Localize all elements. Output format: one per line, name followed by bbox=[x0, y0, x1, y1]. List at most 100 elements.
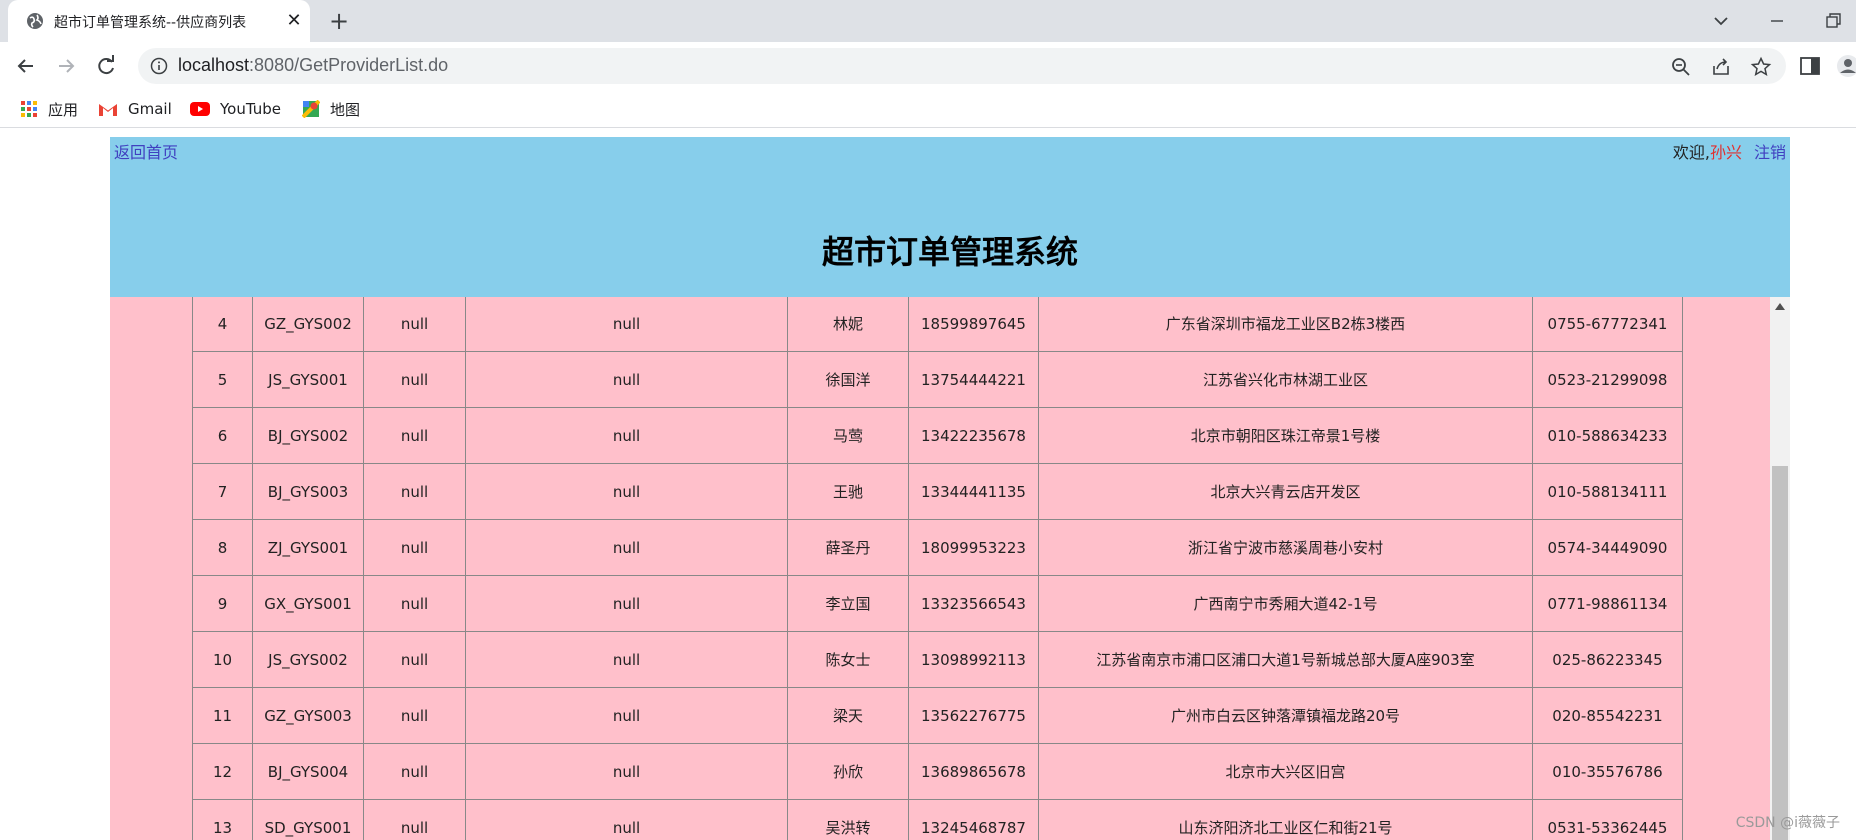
scroll-thumb[interactable] bbox=[1772, 466, 1788, 840]
url-text: localhost:8080/GetProviderList.do bbox=[178, 55, 448, 76]
tab-search-icon[interactable] bbox=[1706, 6, 1736, 36]
bookmark-youtube[interactable]: YouTube bbox=[190, 96, 281, 122]
zoom-icon[interactable] bbox=[1670, 56, 1692, 78]
bookmark-gmail[interactable]: Gmail bbox=[98, 96, 172, 122]
welcome-text: 欢迎, bbox=[1672, 143, 1710, 162]
table-row: 12 BJ_GYS004 null null 孙欣 13689865678 北京市大兴区旧宫… bbox=[192, 743, 1683, 800]
site-info-icon[interactable] bbox=[150, 57, 168, 75]
cell-fax: 0771-98861134 bbox=[1532, 575, 1683, 632]
browser-tab[interactable]: 超市订单管理系统--供应商列表 ✕ bbox=[8, 0, 310, 42]
cell-phone: 13562276775 bbox=[908, 687, 1039, 744]
browser-toolbar: localhost:8080/GetProviderList.do bbox=[0, 42, 1856, 90]
bookmark-star-icon[interactable] bbox=[1750, 56, 1772, 78]
cell-fax: 0574-34449090 bbox=[1532, 519, 1683, 576]
table-row: 7 BJ_GYS003 null null 王驰 13344441135 北京大兴青云店开发… bbox=[192, 463, 1683, 520]
cell-contact: 徐国洋 bbox=[787, 351, 909, 408]
back-home-link[interactable]: 返回首页 bbox=[114, 139, 178, 163]
cell-desc: null bbox=[465, 743, 788, 800]
cell-name: null bbox=[363, 297, 466, 352]
table-row: 10 JS_GYS002 null null 陈女士 13098992113 江苏省南京市浦… bbox=[192, 631, 1683, 688]
cell-name: null bbox=[363, 631, 466, 688]
cell-id: 11 bbox=[192, 687, 253, 744]
logout-link[interactable]: 注销 bbox=[1754, 143, 1786, 162]
cell-id: 9 bbox=[192, 575, 253, 632]
cell-id: 13 bbox=[192, 799, 253, 840]
cell-address: 广西南宁市秀厢大道42-1号 bbox=[1038, 575, 1533, 632]
provider-table: 4 GZ_GYS002 null null 林妮 18599897645 广东省深圳市福龙工… bbox=[192, 297, 1683, 840]
restore-icon[interactable] bbox=[1818, 6, 1848, 36]
scrollbar[interactable] bbox=[1770, 297, 1790, 840]
cell-fax: 020-85542231 bbox=[1532, 687, 1683, 744]
side-panel-icon[interactable] bbox=[1798, 54, 1822, 78]
table-row: 9 GX_GYS001 null null 李立国 13323566543 广西南宁市秀厢大… bbox=[192, 575, 1683, 632]
cell-id: 6 bbox=[192, 407, 253, 464]
cell-name: null bbox=[363, 407, 466, 464]
cell-id: 8 bbox=[192, 519, 253, 576]
cell-phone: 13245468787 bbox=[908, 799, 1039, 840]
apps-grid-icon bbox=[21, 101, 37, 117]
address-bar[interactable]: localhost:8080/GetProviderList.do bbox=[138, 48, 1786, 84]
cell-name: null bbox=[363, 463, 466, 520]
cell-name: null bbox=[363, 799, 466, 840]
provider-table-area: 4 GZ_GYS002 null null 林妮 18599897645 广东省深圳市福龙工… bbox=[110, 297, 1770, 840]
bookmark-label: 应用 bbox=[48, 100, 79, 119]
table-row: 13 SD_GYS001 null null 吴洪转 13245468787 山东济阳济北工… bbox=[192, 799, 1683, 840]
close-tab-icon[interactable]: ✕ bbox=[284, 11, 304, 31]
back-icon[interactable] bbox=[12, 52, 40, 80]
new-tab-icon[interactable]: + bbox=[326, 8, 352, 34]
bookmark-label: Gmail bbox=[128, 100, 172, 118]
bookmark-label: YouTube bbox=[220, 100, 281, 118]
main-container: 4 GZ_GYS002 null null 林妮 18599897645 广东省深圳市福龙工… bbox=[110, 137, 1790, 840]
cell-code: SD_GYS001 bbox=[252, 799, 364, 840]
table-row: 8 ZJ_GYS001 null null 薛圣丹 18099953223 浙江省宁波市慈溪… bbox=[192, 519, 1683, 576]
cell-desc: null bbox=[465, 407, 788, 464]
cell-contact: 林妮 bbox=[787, 297, 909, 352]
cell-code: JS_GYS002 bbox=[252, 631, 364, 688]
bookmark-apps[interactable]: 应用 bbox=[20, 96, 78, 122]
cell-id: 10 bbox=[192, 631, 253, 688]
page-viewport: 4 GZ_GYS002 null null 林妮 18599897645 广东省深圳市福龙工… bbox=[0, 128, 1856, 840]
cell-phone: 13344441135 bbox=[908, 463, 1039, 520]
cell-contact: 梁天 bbox=[787, 687, 909, 744]
cell-phone: 13422235678 bbox=[908, 407, 1039, 464]
cell-contact: 王驰 bbox=[787, 463, 909, 520]
cell-name: null bbox=[363, 743, 466, 800]
cell-phone: 18599897645 bbox=[908, 297, 1039, 352]
profile-icon[interactable] bbox=[1836, 54, 1856, 78]
cell-phone: 13689865678 bbox=[908, 743, 1039, 800]
page-title: 超市订单管理系统 bbox=[821, 233, 1078, 271]
cell-desc: null bbox=[465, 351, 788, 408]
page-header: 返回首页 欢迎,孙兴 注销 超市订单管理系统 bbox=[110, 137, 1790, 297]
cell-address: 北京市大兴区旧宫 bbox=[1038, 743, 1533, 800]
table-row: 11 GZ_GYS003 null null 梁天 13562276775 广州市白云区钟落… bbox=[192, 687, 1683, 744]
cell-contact: 李立国 bbox=[787, 575, 909, 632]
scroll-up-arrow-icon[interactable] bbox=[1775, 303, 1785, 310]
forward-icon[interactable] bbox=[52, 52, 80, 80]
cell-fax: 010-588134111 bbox=[1532, 463, 1683, 520]
cell-code: BJ_GYS003 bbox=[252, 463, 364, 520]
cell-id: 12 bbox=[192, 743, 253, 800]
table-row: 5 JS_GYS001 null null 徐国洋 13754444221 江苏省兴化市林湖… bbox=[192, 351, 1683, 408]
cell-code: GZ_GYS002 bbox=[252, 297, 364, 352]
cell-code: BJ_GYS004 bbox=[252, 743, 364, 800]
cell-code: ZJ_GYS001 bbox=[252, 519, 364, 576]
cell-desc: null bbox=[465, 463, 788, 520]
bookmarks-bar: 应用 Gmail YouTube 地图 bbox=[0, 90, 1856, 128]
cell-id: 7 bbox=[192, 463, 253, 520]
share-icon[interactable] bbox=[1710, 56, 1732, 78]
cell-code: BJ_GYS002 bbox=[252, 407, 364, 464]
cell-phone: 13098992113 bbox=[908, 631, 1039, 688]
tab-title: 超市订单管理系统--供应商列表 bbox=[54, 15, 247, 31]
cell-address: 浙江省宁波市慈溪周巷小安村 bbox=[1038, 519, 1533, 576]
cell-desc: null bbox=[465, 297, 788, 352]
reload-icon[interactable] bbox=[92, 52, 120, 80]
cell-phone: 13323566543 bbox=[908, 575, 1039, 632]
cell-name: null bbox=[363, 687, 466, 744]
cell-name: null bbox=[363, 575, 466, 632]
url-host: localhost bbox=[178, 55, 250, 75]
watermark: CSDN @i薇薇子 bbox=[1735, 815, 1840, 831]
minimize-icon[interactable] bbox=[1762, 6, 1792, 36]
bookmark-maps[interactable]: 地图 bbox=[302, 96, 360, 122]
cell-contact: 薛圣丹 bbox=[787, 519, 909, 576]
cell-name: null bbox=[363, 519, 466, 576]
